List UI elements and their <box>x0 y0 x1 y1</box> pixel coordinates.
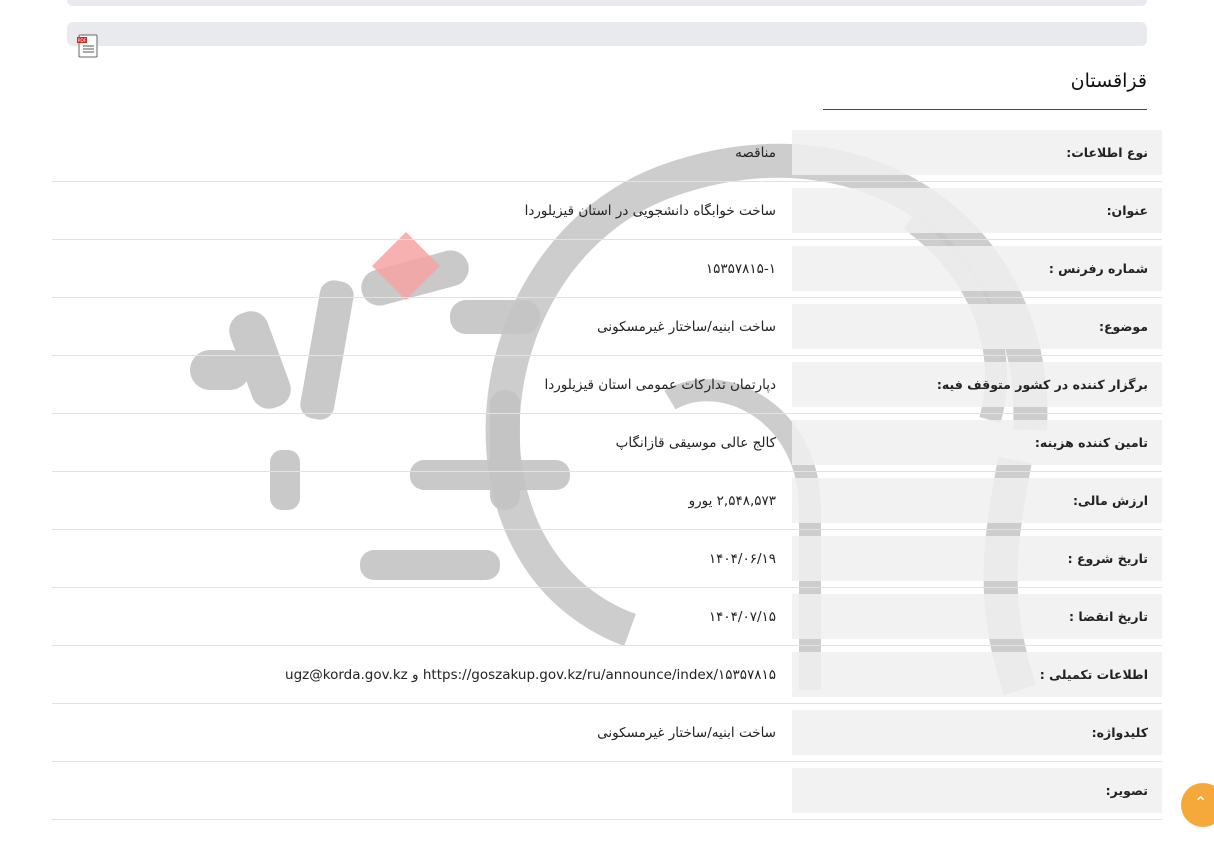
row-label-image: تصویر: <box>792 768 1162 813</box>
title-underline <box>823 109 1147 110</box>
row-label-extra-info: اطلاعات تکمیلی : <box>792 652 1162 697</box>
table-row: اطلاعات تکمیلی : https://goszakup.gov.kz… <box>52 646 1162 704</box>
row-label-info-type: نوع اطلاعات: <box>792 130 1162 175</box>
row-value-info-type: مناقصه <box>735 144 776 161</box>
row-label-expiry-date: تاریخ انقضا : <box>792 594 1162 639</box>
row-value-keyword: ساخت ابنیه/ساختار غیرمسکونی <box>597 724 776 741</box>
table-row: عنوان: ساخت خوابگاه دانشجویی در استان قی… <box>52 182 1162 240</box>
table-row: کلیدواژه: ساخت ابنیه/ساختار غیرمسکونی <box>52 704 1162 762</box>
top-panel-bar <box>67 0 1147 6</box>
row-label-reference: شماره رفرنس : <box>792 246 1162 291</box>
row-value-subject: ساخت ابنیه/ساختار غیرمسکونی <box>597 318 776 335</box>
table-row: شماره رفرنس : ۱۵۳۵۷۸۱۵-۱ <box>52 240 1162 298</box>
row-label-keyword: کلیدواژه: <box>792 710 1162 755</box>
pdf-file-icon[interactable]: PDF <box>76 34 100 58</box>
row-value-expiry-date: ۱۴۰۴/۰۷/۱۵ <box>708 608 776 625</box>
country-title: قزاقستان <box>1070 70 1147 92</box>
row-label-value: ارزش مالی: <box>792 478 1162 523</box>
download-bar <box>67 22 1147 46</box>
row-value-funder: کالج عالی موسیقی قازانگاپ <box>615 434 776 451</box>
scroll-to-top-button[interactable]: ⌃ <box>1181 783 1214 827</box>
row-value-start-date: ۱۴۰۴/۰۶/۱۹ <box>708 550 776 567</box>
table-row: تاریخ انقضا : ۱۴۰۴/۰۷/۱۵ <box>52 588 1162 646</box>
table-row: تاریخ شروع : ۱۴۰۴/۰۶/۱۹ <box>52 530 1162 588</box>
svg-text:PDF: PDF <box>78 38 87 44</box>
row-label-organizer: برگزار کننده در کشور متوقف فیه: <box>792 362 1162 407</box>
row-label-start-date: تاریخ شروع : <box>792 536 1162 581</box>
table-row: نوع اطلاعات: مناقصه <box>52 124 1162 182</box>
table-row: تصویر: <box>52 762 1162 820</box>
row-value-extra-info[interactable]: https://goszakup.gov.kz/ru/announce/inde… <box>52 646 792 704</box>
table-row: موضوع: ساخت ابنیه/ساختار غیرمسکونی <box>52 298 1162 356</box>
row-value-image <box>52 762 792 820</box>
row-value-reference: ۱۵۳۵۷۸۱۵-۱ <box>705 260 776 277</box>
row-label-funder: تامین کننده هزینه: <box>792 420 1162 465</box>
row-value-organizer: دپارتمان تدارکات عمومی استان قیزیلوردا <box>544 376 776 393</box>
chevron-up-icon: ⌃ <box>1194 793 1208 812</box>
row-value-title: ساخت خوابگاه دانشجویی در استان قیزیلوردا <box>524 202 776 219</box>
table-row: ارزش مالی: ۲,۵۴۸,۵۷۳ یورو <box>52 472 1162 530</box>
row-label-title: عنوان: <box>792 188 1162 233</box>
row-value-value: ۲,۵۴۸,۵۷۳ یورو <box>688 492 776 509</box>
info-table: نوع اطلاعات: مناقصه عنوان: ساخت خوابگاه … <box>52 124 1162 820</box>
table-row: برگزار کننده در کشور متوقف فیه: دپارتمان… <box>52 356 1162 414</box>
table-row: تامین کننده هزینه: کالج عالی موسیقی قازا… <box>52 414 1162 472</box>
row-label-subject: موضوع: <box>792 304 1162 349</box>
